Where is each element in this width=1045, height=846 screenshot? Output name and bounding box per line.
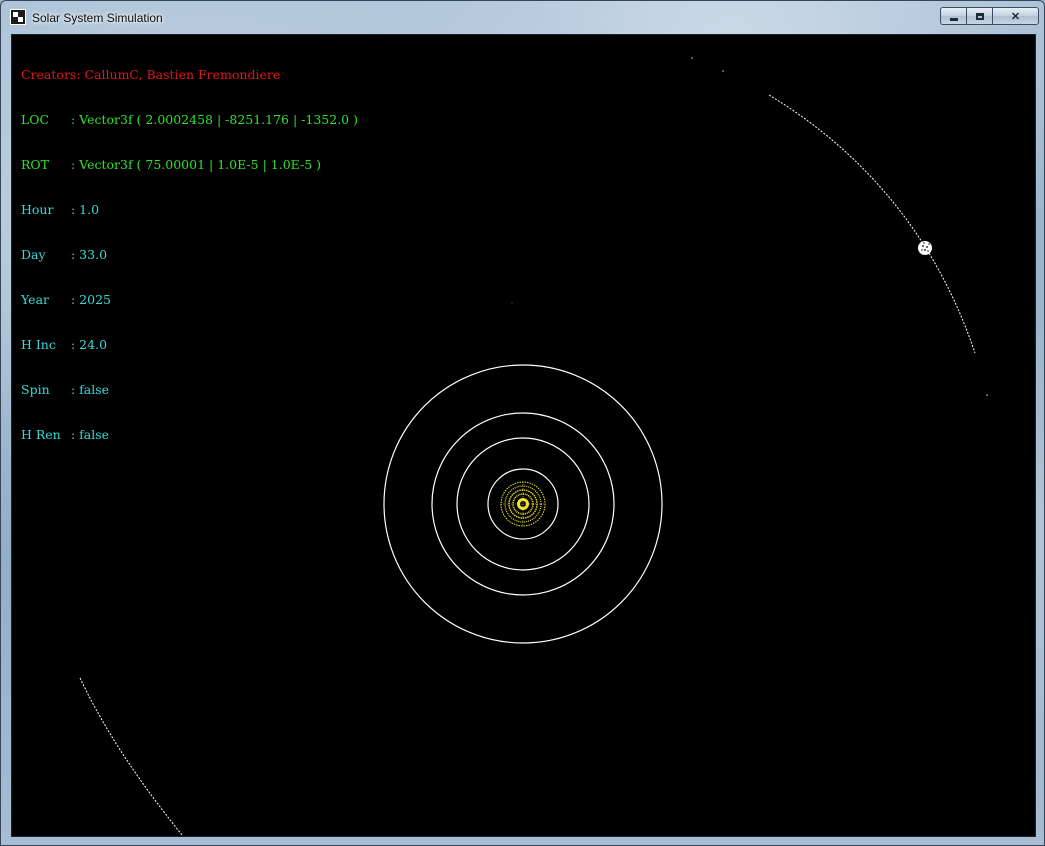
hud-row-year: Year : 2025 (21, 292, 358, 307)
hud-value: : 24.0 (71, 337, 108, 352)
close-button[interactable]: ✕ (992, 7, 1039, 25)
outer-orbit-arc-lower (79, 677, 183, 836)
hud-key: Spin (21, 382, 50, 397)
hud-row-spin: Spin : false (21, 382, 358, 397)
hud-key: ROT (21, 157, 49, 172)
hud-row-hour: Hour : 1.0 (21, 202, 358, 217)
outer-orbit-arc-upper (768, 94, 976, 354)
hud-value: : 33.0 (71, 247, 108, 262)
hud-row-h-inc: H Inc : 24.0 (21, 337, 358, 352)
distant-object (722, 70, 724, 72)
distant-object (691, 57, 693, 59)
close-icon: ✕ (1010, 10, 1021, 23)
window-controls: ✕ (940, 7, 1039, 25)
minimize-icon (949, 17, 958, 21)
hud-key: Day (21, 247, 46, 262)
hud-row-rot: ROT : Vector3f ( 75.00001 | 1.0E-5 | 1.0E… (21, 157, 358, 172)
debug-hud: Creators: CallumC, Bastien Fremondiere L… (21, 37, 358, 472)
hud-key: LOC (21, 112, 50, 127)
outer-planet (918, 241, 932, 255)
hud-value: : 2025 (71, 292, 111, 307)
hud-key: H Ren (21, 427, 61, 442)
hud-row-loc: LOC : Vector3f ( 2.0002458 | -8251.176 | … (21, 112, 358, 127)
app-icon[interactable] (10, 9, 26, 25)
hud-row-day: Day : 33.0 (21, 247, 358, 262)
application-window: Solar System Simulation ✕ Creators: Call… (0, 0, 1045, 846)
distant-object (986, 394, 988, 396)
simulation-viewport[interactable]: Creators: CallumC, Bastien Fremondiere L… (11, 34, 1036, 837)
hud-value: : false (71, 382, 110, 397)
hud-value: : false (71, 427, 110, 442)
hud-key: Hour (21, 202, 54, 217)
hud-key: Year (21, 292, 49, 307)
hud-key: H Inc (21, 337, 56, 352)
creators-text: Creators: CallumC, Bastien Fremondiere (21, 67, 281, 82)
hud-value: : Vector3f ( 75.00001 | 1.0E-5 | 1.0E-5 … (71, 157, 322, 172)
minimize-button[interactable] (940, 7, 966, 25)
sun (500, 481, 546, 527)
window-title: Solar System Simulation (32, 11, 163, 25)
distant-object (511, 302, 513, 304)
maximize-icon (975, 12, 984, 20)
hud-value: : Vector3f ( 2.0002458 | -8251.176 | -13… (71, 112, 358, 127)
title-bar[interactable]: Solar System Simulation ✕ (1, 1, 1045, 34)
maximize-button[interactable] (966, 7, 992, 25)
hud-row-h-ren: H Ren : false (21, 427, 358, 442)
hud-value: : 1.0 (71, 202, 100, 217)
